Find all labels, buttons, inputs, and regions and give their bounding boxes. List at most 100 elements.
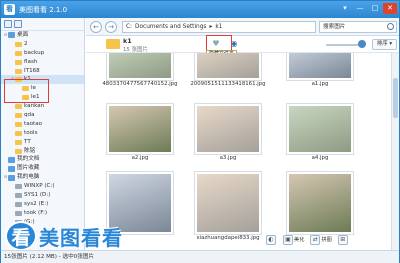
tree-header: [1, 18, 84, 31]
tree-item-label: backup: [24, 49, 45, 56]
thumbnail-caption[interactable]: 4803370477567740152.jpg: [95, 81, 185, 87]
bottom-toolbar: ◐ ▣ 美化 ⇄ 拼图 ⊞: [266, 235, 349, 245]
close-button[interactable]: ✕: [383, 3, 397, 14]
path-current[interactable]: k1: [215, 24, 222, 30]
highlight-box-tree: [4, 79, 49, 103]
tree-item[interactable]: tools: [1, 129, 84, 138]
folder-icon: [15, 104, 22, 110]
path-segment[interactable]: Documents and Settings: [135, 24, 206, 30]
thumbnail-caption[interactable]: xiazhuangdapei833.jpg: [183, 235, 273, 241]
favorites-icon[interactable]: [14, 20, 22, 28]
thumbnail-caption[interactable]: a2.jpg: [95, 155, 185, 161]
thumbnail-caption[interactable]: a3.jpg: [183, 155, 273, 161]
image-thumbnail[interactable]: [286, 53, 354, 81]
image-thumbnail[interactable]: [106, 53, 174, 81]
photo-image: [197, 53, 259, 78]
window-title: 美图看看 2.1.0: [19, 5, 68, 14]
tree-item[interactable]: ⊟ 我的电脑: [1, 173, 84, 182]
maximize-button[interactable]: □: [368, 3, 382, 14]
image-thumbnail[interactable]: [286, 103, 354, 155]
address-bar[interactable]: C: Documents and Settings ▸ k1: [122, 21, 316, 33]
search-placeholder: 搜索图片: [323, 24, 346, 30]
tree-item-label: 2: [24, 40, 28, 47]
computer-icon[interactable]: [4, 20, 12, 28]
minimize-button[interactable]: —: [353, 3, 367, 14]
thumbnail-caption[interactable]: a4.jpg: [275, 155, 365, 161]
bottom-tool[interactable]: ▣ 美化: [283, 235, 304, 245]
search-input[interactable]: 搜索图片: [319, 21, 397, 33]
drive-icon: [15, 184, 22, 190]
tool-label: 拼图: [321, 237, 332, 243]
folder-icon: [15, 112, 22, 118]
tree-item-label: qda: [24, 112, 35, 119]
search-icon[interactable]: [387, 23, 394, 30]
image-thumbnail[interactable]: [286, 171, 354, 235]
folder-tree-pane: ⊟ 桌面 2 backup flash IT168 ⊟ k1 le le1 kankan qda tao…: [1, 18, 85, 250]
slider-knob[interactable]: [358, 40, 366, 48]
tree-item[interactable]: backup: [1, 49, 84, 58]
tree-item[interactable]: sys2 (E:): [1, 200, 84, 209]
tree-item-label: kankan: [24, 103, 45, 110]
menu-button[interactable]: ▾: [338, 3, 352, 14]
thumbnail-caption[interactable]: a1.jpg: [275, 81, 365, 87]
image-thumbnail[interactable]: [194, 171, 262, 235]
status-bar: 15张图片 (2.12 MB) - 选中0张图片: [1, 250, 399, 263]
folder-info-bar: k1 15 张图片 ♥ ◉ 排序 ▾: [86, 36, 399, 53]
bottom-tool[interactable]: ◐: [266, 235, 277, 245]
special-folder-icon: [8, 174, 15, 181]
folder-icon: [15, 148, 22, 154]
tree-item[interactable]: 陈铭: [1, 147, 84, 156]
bottom-tool[interactable]: ⊞: [337, 235, 349, 245]
bottom-tool[interactable]: ⇄ 拼图: [310, 235, 332, 245]
thumbnail-caption[interactable]: 2009051511133418161.jpg: [183, 81, 273, 87]
tool-icon[interactable]: ▣: [283, 235, 293, 245]
tree-item-label: IT168: [24, 67, 40, 74]
scrollbar-thumb[interactable]: [393, 78, 398, 118]
tool-icon[interactable]: ⊞: [337, 235, 348, 245]
sort-button[interactable]: 排序 ▾: [372, 39, 397, 50]
tree-item[interactable]: SYS1 (D:): [1, 191, 84, 200]
tree-item[interactable]: 图片收藏: [1, 164, 84, 173]
tree-item-label: sys2 (E:): [24, 200, 49, 207]
tree-item[interactable]: took (F:): [1, 209, 84, 218]
tree-item[interactable]: taotao: [1, 120, 84, 129]
tree-item-label: took (F:): [24, 209, 48, 216]
special-folder-icon: [8, 32, 15, 39]
tree-item[interactable]: ⊟ 桌面: [1, 31, 84, 40]
tree-item[interactable]: 我的文档: [1, 155, 84, 164]
app-logo-icon: 看: [4, 4, 15, 15]
tool-icon[interactable]: ⇄: [310, 235, 321, 245]
tree-item[interactable]: kankan: [1, 102, 84, 111]
navigation-toolbar: ← → C: Documents and Settings ▸ k1 搜索图片: [86, 18, 399, 36]
tree-item[interactable]: IT168: [1, 67, 84, 76]
window-controls: ▾ — □ ✕: [338, 3, 397, 14]
image-thumbnail[interactable]: [194, 53, 262, 81]
tree-item[interactable]: TT: [1, 138, 84, 147]
tree-item[interactable]: WINXP (C:): [1, 182, 84, 191]
folder-icon: [15, 121, 22, 127]
tree-item[interactable]: flash: [1, 58, 84, 67]
tool-label: 美化: [294, 237, 305, 243]
tree-item-label: 陈铭: [24, 147, 36, 154]
image-thumbnail[interactable]: [106, 103, 174, 155]
tool-icon[interactable]: ◐: [266, 235, 276, 245]
folder-icon: [15, 139, 22, 145]
brand-watermark: 看 美图看看: [5, 221, 123, 251]
image-thumbnail[interactable]: [194, 103, 262, 155]
photo-image: [289, 53, 351, 78]
drive-icon: [15, 210, 22, 216]
photo-image: [109, 106, 171, 152]
photo-image: [109, 53, 171, 78]
vertical-scrollbar[interactable]: [391, 53, 399, 250]
title-bar[interactable]: 看 美图看看 2.1.0 ▾ — □ ✕: [1, 1, 399, 18]
tree-item[interactable]: 2: [1, 40, 84, 49]
path-drive[interactable]: C:: [126, 24, 132, 30]
folder-tree: ⊟ 桌面 2 backup flash IT168 ⊟ k1 le le1 kankan qda tao…: [1, 31, 84, 244]
tree-item-label: tools: [24, 129, 38, 136]
forward-button[interactable]: →: [105, 21, 117, 33]
tree-item-label: 图片收藏: [17, 165, 40, 172]
back-button[interactable]: ←: [90, 21, 102, 33]
folder-icon: [15, 41, 22, 47]
brand-logo-icon: 看: [5, 221, 37, 251]
tree-item[interactable]: qda: [1, 111, 84, 120]
